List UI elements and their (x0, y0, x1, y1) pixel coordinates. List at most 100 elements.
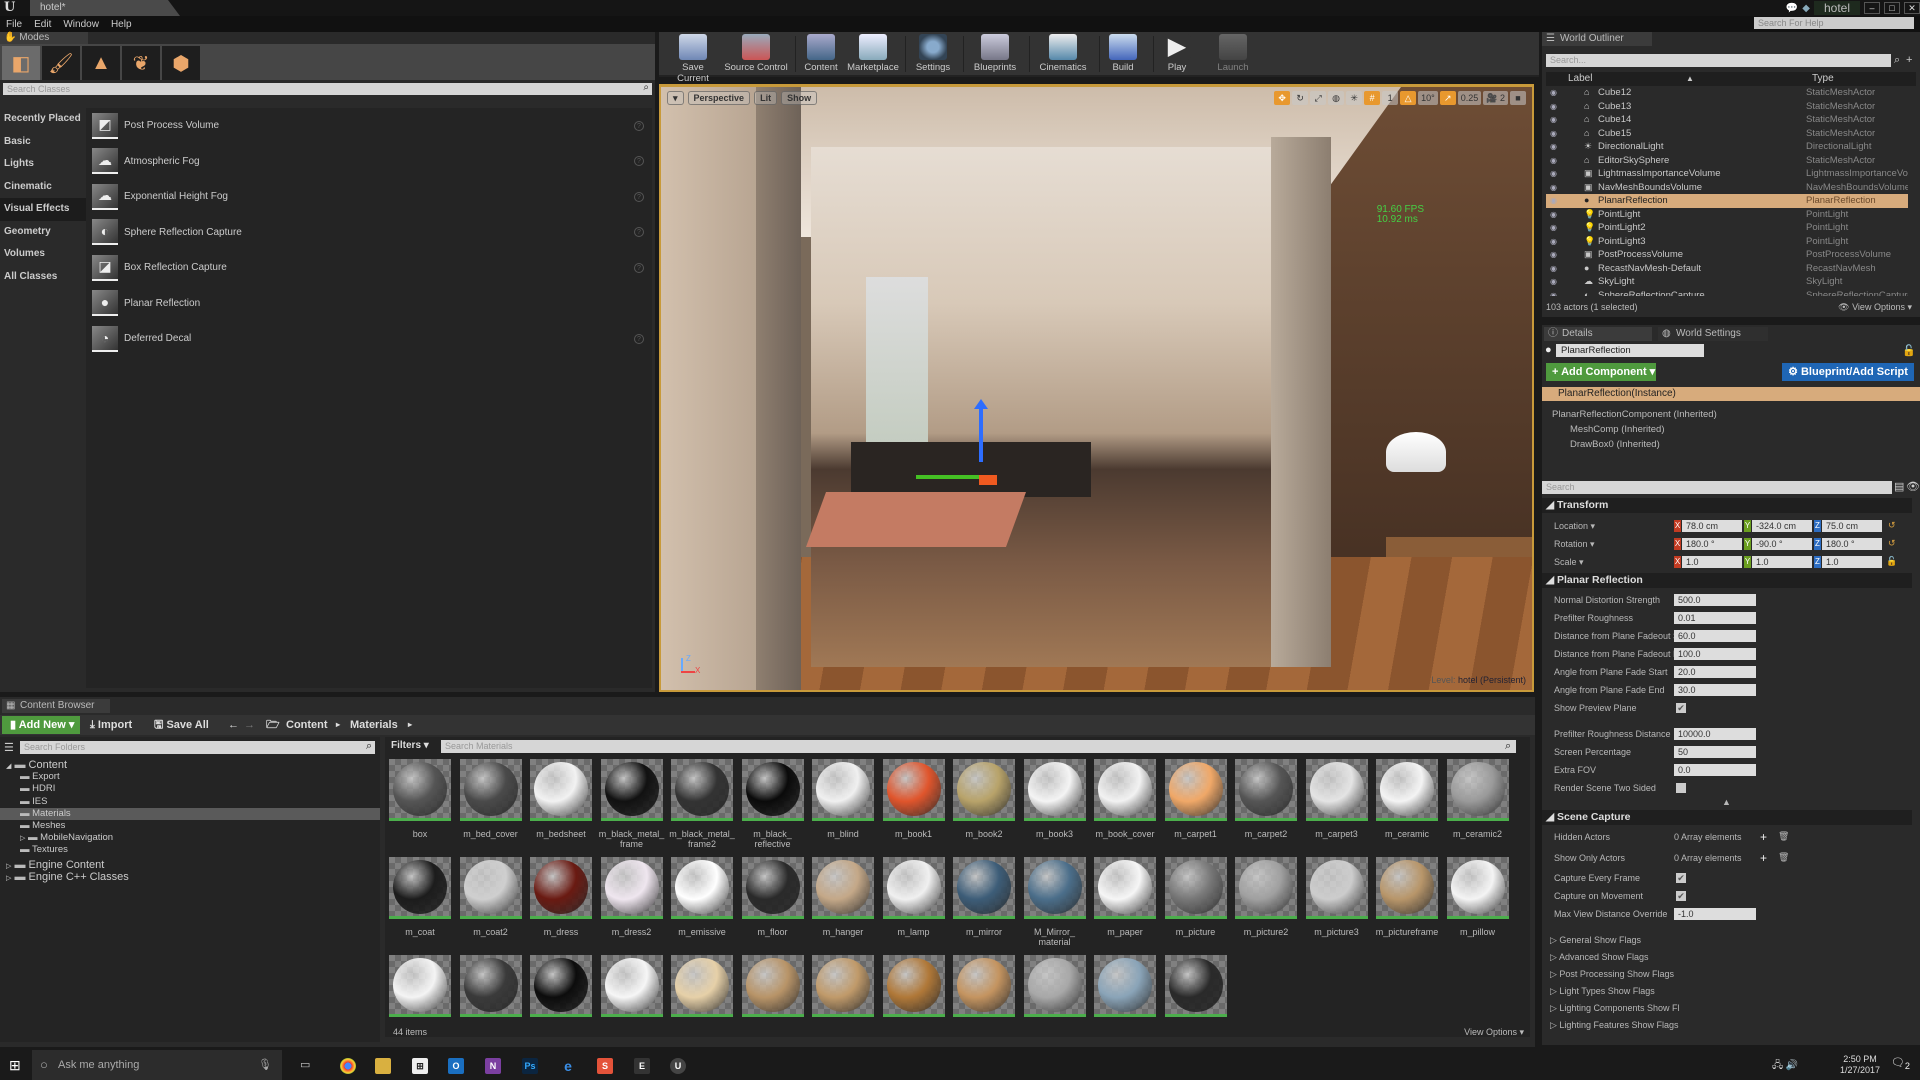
build-button[interactable]: Build (1103, 34, 1143, 73)
lock-icon[interactable]: 🔓 (1902, 344, 1916, 357)
perspective-button[interactable]: Perspective (687, 91, 751, 105)
close-button[interactable]: ✕ (1904, 2, 1920, 14)
planar-prop-field[interactable]: 60.0 (1674, 630, 1756, 642)
location-x-field[interactable]: 78.0 cm (1682, 520, 1742, 532)
material-asset-tile[interactable] (1023, 955, 1086, 1017)
grid-snap-icon[interactable]: # (1364, 91, 1381, 105)
material-asset-tile[interactable] (1235, 759, 1297, 821)
outliner-row[interactable]: ◉ ☀ DirectionalLight DirectionalLight (1546, 140, 1908, 154)
material-asset-tile[interactable] (1305, 857, 1368, 919)
material-asset-tile[interactable] (812, 857, 874, 919)
visibility-eye-icon[interactable]: ◉ (1550, 86, 1557, 100)
back-button[interactable]: ← (228, 717, 239, 733)
category-volumes[interactable]: Volumes (0, 243, 86, 266)
material-asset-tile[interactable] (1164, 955, 1227, 1017)
material-asset-tile[interactable] (812, 759, 874, 821)
search-folders-input[interactable]: Search Folders (20, 741, 375, 754)
category-visual-effects[interactable]: Visual Effects (0, 198, 86, 221)
reset-to-default-icon[interactable]: ↺ (1888, 520, 1896, 531)
category-geometry[interactable]: Geometry (0, 221, 86, 244)
lit-button[interactable]: Lit (754, 91, 778, 105)
content-browser-tab[interactable]: ▦ Content Browser (2, 699, 110, 713)
outliner-row[interactable]: ◉ ⌂ EditorSkySphere StaticMeshActor (1546, 154, 1908, 168)
add-new-button[interactable]: ▮ Add New ▾ (2, 716, 80, 734)
grid-snap-value[interactable]: 1 (1382, 91, 1399, 105)
outliner-row[interactable]: ◉ ⌂ Cube14 StaticMeshActor (1546, 113, 1908, 127)
show-flag-group[interactable]: ▷ General Show Flags (1550, 935, 1641, 946)
marketplace-button[interactable]: Marketplace (845, 34, 901, 73)
visibility-eye-icon[interactable]: ◉ (1550, 154, 1557, 168)
category-lights[interactable]: Lights (0, 153, 86, 176)
delete-elements-icon[interactable]: 🗑 (1778, 831, 1789, 842)
breadcrumb-separator-icon[interactable]: ▸ (408, 717, 412, 733)
material-asset-tile[interactable] (1094, 759, 1156, 821)
file-explorer-icon[interactable] (375, 1058, 391, 1074)
material-asset-tile[interactable] (671, 955, 733, 1017)
geometry-mode-icon[interactable]: ⬢ (162, 46, 200, 80)
material-asset-tile[interactable] (953, 759, 1015, 821)
breadcrumb-content[interactable]: Content (286, 717, 328, 733)
material-asset-tile[interactable] (741, 955, 804, 1017)
column-type[interactable]: Type (1812, 72, 1834, 86)
category-all-classes[interactable]: All Classes (0, 266, 86, 289)
place-item-sphere-reflection-capture[interactable]: ◐ Sphere Reflection Capture? (86, 215, 652, 251)
folder-item[interactable]: ▷ ▬ MobileNavigation (0, 832, 380, 844)
visibility-eye-icon[interactable]: ◉ (1550, 221, 1557, 235)
outliner-row[interactable]: ◉ ⌂ Cube15 StaticMeshActor (1546, 127, 1908, 141)
place-item-deferred-decal[interactable]: ◔ Deferred Decal? (86, 321, 652, 357)
search-materials-input[interactable]: Search Materials (441, 740, 1516, 753)
unreal-taskbar-icon[interactable]: U (670, 1058, 686, 1074)
menu-help[interactable]: Help (105, 19, 138, 30)
action-center-icon[interactable]: 🗨2 (1891, 1056, 1910, 1071)
max-view-distance-field[interactable]: -1.0 (1674, 908, 1756, 920)
breadcrumb-materials[interactable]: Materials (350, 717, 398, 733)
blueprints-button[interactable]: Blueprints (967, 34, 1023, 73)
save-all-button[interactable]: 🖫 Save All (154, 717, 209, 733)
material-asset-tile[interactable] (953, 857, 1015, 919)
store-icon[interactable]: ⊞ (412, 1058, 428, 1074)
planar-advanced-field[interactable]: 10000.0 (1674, 728, 1756, 740)
material-asset-tile[interactable] (389, 955, 451, 1017)
help-icon[interactable]: ? (634, 227, 644, 238)
outliner-row[interactable]: ◉ 💡 PointLight2 PointLight (1546, 221, 1908, 235)
material-asset-tile[interactable] (459, 857, 522, 919)
search-classes-input[interactable]: Search Classes ⌕ (3, 82, 652, 95)
material-asset-tile[interactable] (1023, 759, 1086, 821)
gizmo-y-axis[interactable] (916, 475, 981, 479)
outliner-row[interactable]: ◉ ⌂ Cube13 StaticMeshActor (1546, 100, 1908, 114)
menu-edit[interactable]: Edit (28, 19, 57, 30)
component-mesh[interactable]: MeshComp (Inherited) (1570, 424, 1665, 435)
outliner-row[interactable]: ◉ ☁ SkyLight SkyLight (1546, 275, 1908, 289)
folder-item[interactable]: ▬ IES (0, 796, 380, 808)
rotate-mode-icon[interactable]: ↻ (1292, 91, 1309, 105)
folder-item[interactable]: ▬ Export (0, 771, 380, 783)
windows-start-icon[interactable]: ⊞ (9, 1057, 21, 1074)
property-matrix-icon[interactable]: ▤ (1894, 480, 1904, 493)
details-search-input[interactable]: Search (1542, 481, 1892, 494)
show-preview-plane-checkbox[interactable]: ✔ (1676, 703, 1686, 713)
gizmo-x-axis[interactable] (979, 475, 997, 485)
category-cinematic[interactable]: Cinematic (0, 176, 86, 199)
location-label[interactable]: Location ▾ (1554, 521, 1595, 532)
chrome-icon[interactable] (340, 1058, 356, 1074)
visibility-eye-icon[interactable]: ◉ (1550, 262, 1557, 276)
show-flag-group[interactable]: ▷ Light Types Show Flags (1550, 986, 1655, 997)
place-item-planar-reflection[interactable]: ● Planar Reflection (86, 286, 652, 322)
planar-prop-field[interactable]: 500.0 (1674, 594, 1756, 606)
component-instance-row[interactable]: PlanarReflection(Instance) (1542, 387, 1920, 401)
level-viewport[interactable]: ▾ Perspective Lit Show ✥ ↻ ⤢ ◍ ✳ # 1 △ 1… (659, 84, 1534, 692)
content-button[interactable]: Content (799, 34, 843, 73)
maximize-button[interactable]: □ (1884, 2, 1900, 14)
sources-toggle-icon[interactable]: ☰ (4, 741, 14, 754)
add-component-button[interactable]: + Add Component ▾ (1546, 363, 1656, 381)
material-asset-tile[interactable] (1446, 759, 1509, 821)
capture-on-movement-checkbox[interactable]: ✔ (1676, 891, 1686, 901)
tray-network-icon[interactable]: 🖧 🔊 (1772, 1058, 1798, 1075)
menu-window[interactable]: Window (57, 19, 105, 30)
material-asset-tile[interactable] (1446, 857, 1509, 919)
cortana-search[interactable]: ○ Ask me anything 🎙 (32, 1050, 282, 1080)
add-element-icon[interactable]: + (1760, 830, 1767, 844)
maximize-viewport-icon[interactable]: ■ (1510, 91, 1526, 105)
material-asset-tile[interactable] (1023, 857, 1086, 919)
world-outliner-tab[interactable]: ☰ World Outliner (1542, 32, 1652, 46)
